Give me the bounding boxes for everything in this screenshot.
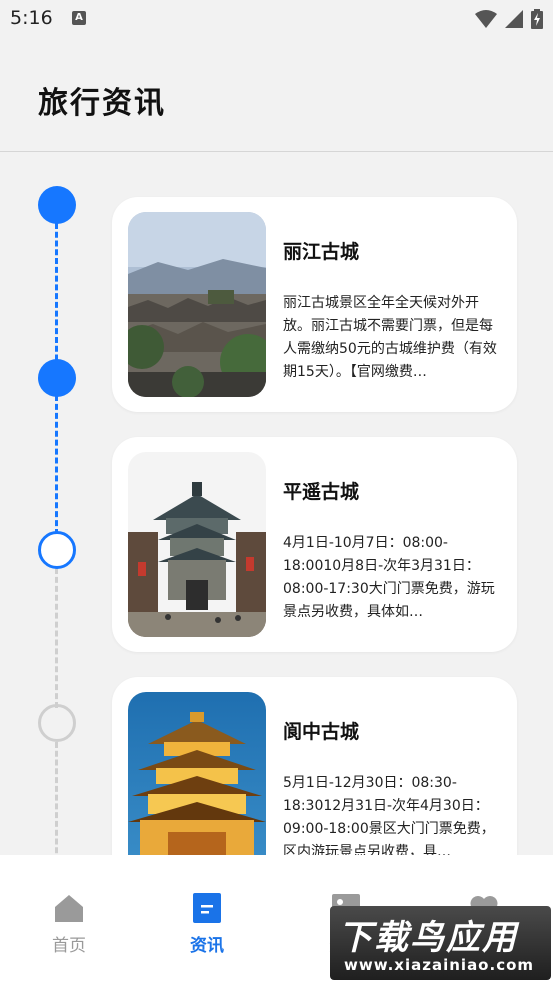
article-description: 5月1日-12月30日：08:30-18:3012月31日-次年4月30日：09… xyxy=(283,775,495,855)
timeline-connector xyxy=(55,568,58,708)
app-header: 旅行资讯 xyxy=(0,38,553,152)
timeline-connector xyxy=(55,223,58,378)
article-card[interactable]: 丽江古城 丽江古城景区全年全天候对外开放。丽江古城不需要门票，但是每人需缴纳50… xyxy=(112,197,517,412)
wifi-icon xyxy=(475,10,497,28)
status-bar: 5:16 A xyxy=(0,0,553,38)
page-title: 旅行资讯 xyxy=(38,86,166,121)
article-description: 4月1日-10月7日：08:00-18:0010月8日-次年3月31日：08:0… xyxy=(283,535,495,620)
watermark-text: 下载鸟应用 xyxy=(338,918,518,958)
timeline-dot-filled xyxy=(38,359,76,397)
tab-news[interactable]: 资讯 xyxy=(167,893,247,956)
timeline-dot-current xyxy=(38,531,76,569)
article-card[interactable]: 平遥古城 4月1日-10月7日：08:00-18:0010月8日-次年3月31日… xyxy=(112,437,517,652)
timeline-connector xyxy=(55,395,58,535)
timeline-dot-filled xyxy=(38,186,76,224)
article-icon xyxy=(193,893,221,923)
tab-label: 首页 xyxy=(52,936,86,956)
article-thumbnail xyxy=(128,692,266,855)
battery-icon xyxy=(531,9,543,29)
tab-label: 资讯 xyxy=(190,936,224,956)
timeline-dot-empty xyxy=(38,704,76,742)
article-title: 阆中古城 xyxy=(283,721,360,743)
article-title: 平遥古城 xyxy=(283,481,360,503)
timeline-connector xyxy=(55,742,58,855)
article-card[interactable]: 阆中古城 5月1日-12月30日：08:30-18:3012月31日-次年4月3… xyxy=(112,677,517,855)
article-thumbnail xyxy=(128,212,266,397)
home-icon xyxy=(55,895,83,922)
watermark-url: www.xiazainiao.com xyxy=(344,956,535,974)
watermark-logo: 下载鸟应用 www.xiazainiao.com xyxy=(330,906,551,980)
tab-home[interactable]: 首页 xyxy=(29,893,109,956)
status-time: 5:16 xyxy=(10,7,53,29)
article-timeline[interactable]: 丽江古城 丽江古城景区全年全天候对外开放。丽江古城不需要门票，但是每人需缴纳50… xyxy=(0,152,553,855)
notification-icon: A xyxy=(72,11,86,25)
signal-icon xyxy=(505,10,523,28)
article-description: 丽江古城景区全年全天候对外开放。丽江古城不需要门票，但是每人需缴纳50元的古城维… xyxy=(283,295,497,380)
article-thumbnail xyxy=(128,452,266,637)
system-icons xyxy=(475,9,543,29)
article-title: 丽江古城 xyxy=(283,241,360,263)
